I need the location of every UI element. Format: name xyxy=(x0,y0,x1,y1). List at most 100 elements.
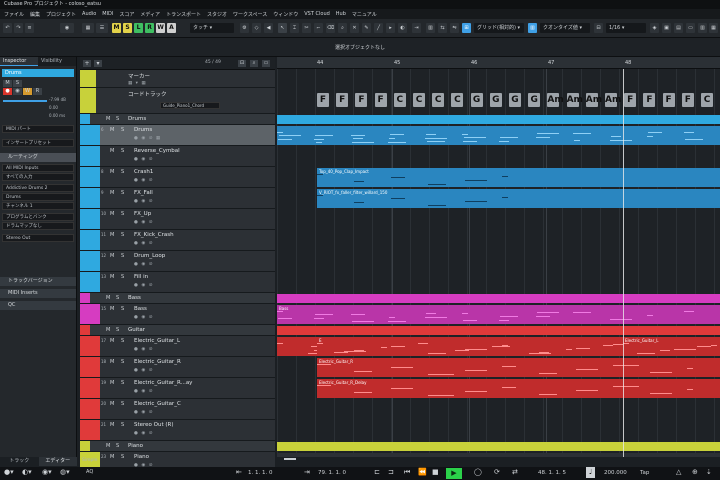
tap-tempo-button[interactable]: Tap xyxy=(640,469,649,478)
go-left-locator-icon[interactable]: ⇤ xyxy=(236,467,242,478)
track-mute-button[interactable]: M xyxy=(110,454,114,460)
track-mute-button[interactable]: M xyxy=(110,306,114,312)
midi-input-select[interactable]: All MIDI Inputs xyxy=(2,164,74,172)
go-right-locator-icon[interactable]: ⇥ xyxy=(304,467,310,478)
track-mute-button[interactable]: M xyxy=(110,127,114,133)
sync-icon[interactable]: ⊕ xyxy=(692,467,698,478)
record-button-icon[interactable]: ◯ xyxy=(474,467,482,478)
program-select[interactable]: プログラムとバンク xyxy=(2,213,74,221)
tab-inspector[interactable]: Inspector xyxy=(0,57,38,66)
event-part[interactable]: Electric_Guitar_R xyxy=(317,358,720,377)
track-controls[interactable]: ● ◉ ⊘ xyxy=(134,157,153,162)
track-controls[interactable]: ● ◉ ⊘ xyxy=(134,283,153,288)
inspector-track-name[interactable]: Drums xyxy=(2,69,74,77)
event-part[interactable] xyxy=(277,337,317,356)
automation-mode-select[interactable]: タッチ ▾ xyxy=(190,23,234,33)
track-mute-button[interactable]: M xyxy=(110,190,114,196)
chord-event[interactable]: G xyxy=(489,93,502,107)
track-mute-button[interactable]: M xyxy=(110,422,114,428)
track-mute-button[interactable]: M xyxy=(106,443,110,449)
track-controls[interactable]: ● ◉ ⊘ xyxy=(134,347,153,352)
punch-out-icon[interactable]: ⊐ xyxy=(388,467,394,478)
split-tool-icon[interactable]: ✂ xyxy=(302,23,311,33)
event-part[interactable] xyxy=(277,126,720,145)
chord-event[interactable]: C xyxy=(432,93,445,107)
menu-item-5[interactable]: スコア xyxy=(119,11,134,18)
track-row[interactable]: 11 M S FX_Kick_Crash ● ◉ ⊘ xyxy=(80,230,275,251)
event-part[interactable]: V_RIOT_fx_faller_filter_willard_150 xyxy=(317,189,720,208)
more-icon[interactable]: ⇣ xyxy=(706,467,712,478)
track-mute-button[interactable]: M xyxy=(106,295,110,301)
track-row[interactable]: 18 M S Electric_Guitar_R ● ◉ ⊘ xyxy=(80,357,275,378)
track-controls[interactable]: ● ◉ ⊘ xyxy=(134,410,153,415)
mode-button-r[interactable]: R xyxy=(145,23,154,33)
chord-event[interactable]: F xyxy=(643,93,656,107)
collapse-icon[interactable]: ▾ xyxy=(94,60,102,67)
event-part[interactable]: Top_40_Pop_Clap_Impact xyxy=(317,168,720,187)
menu-item-11[interactable]: VST Cloud xyxy=(304,11,330,17)
record-mode-icon[interactable]: ●▾ xyxy=(4,467,14,478)
settings-icon[interactable]: ⚙ xyxy=(240,23,249,33)
chord-event[interactable]: C xyxy=(413,93,425,107)
record-icon[interactable]: ☰ xyxy=(96,23,108,33)
track-solo-button[interactable]: S xyxy=(121,232,124,238)
chord-event[interactable]: C xyxy=(451,93,464,107)
mode-button-a[interactable]: A xyxy=(167,23,176,33)
quantize-value-select[interactable]: 1/16 ▾ xyxy=(606,23,646,33)
folder-track[interactable]: M S Piano xyxy=(80,441,275,452)
line-tool-icon[interactable]: ╱ xyxy=(374,23,383,33)
track-solo-button[interactable]: S xyxy=(121,422,124,428)
chord-event[interactable]: C xyxy=(701,93,713,107)
chord-event[interactable]: C xyxy=(393,93,406,107)
mode-button-w[interactable]: W xyxy=(156,23,165,33)
track-controls[interactable]: ● ◉ ⊘ xyxy=(134,199,153,204)
menu-item-0[interactable]: ファイル xyxy=(4,11,24,18)
track-controls[interactable]: ● ◉ ⊘ xyxy=(134,241,153,246)
cycle-icon[interactable]: ⟳ xyxy=(494,467,500,478)
tempo-track-icon[interactable]: ♩ xyxy=(586,467,595,478)
menu-item-1[interactable]: 編集 xyxy=(30,11,40,18)
timeline-ruler[interactable]: 44 45 46 47 48 xyxy=(277,57,720,69)
track-row[interactable]: 6 M S Drums ● ◉ ⊘ ▦ xyxy=(80,125,275,146)
panel-right-icon[interactable]: ▥ xyxy=(698,23,707,33)
chord-event[interactable]: F xyxy=(317,93,329,107)
folder-track[interactable]: M S Guitar xyxy=(80,325,275,336)
event-part[interactable] xyxy=(277,453,720,457)
volume-slider[interactable] xyxy=(3,100,47,102)
menu-item-4[interactable]: MIDI xyxy=(102,11,113,17)
track-mute-button[interactable]: M xyxy=(110,359,114,365)
quantize-preset-select[interactable]: クオンタイズ値 ▾ xyxy=(540,23,590,33)
stereo-out-select[interactable]: Stereo Out xyxy=(2,234,74,242)
monitor-button[interactable]: ◉ xyxy=(13,88,22,95)
mode-button-s[interactable]: S xyxy=(123,23,132,33)
track-mute-button[interactable]: M xyxy=(110,253,114,259)
track-row[interactable]: 10 M S FX_Up ● ◉ ⊘ xyxy=(80,209,275,230)
redo-icon[interactable]: ↷ xyxy=(14,23,23,33)
track-controls[interactable]: ● ◉ ⊘ xyxy=(134,368,153,373)
zoom-tool-icon[interactable]: ⌕ xyxy=(338,23,347,33)
event-part[interactable] xyxy=(277,115,720,124)
mode-button-m[interactable]: M xyxy=(112,23,121,33)
track-solo-button[interactable]: S xyxy=(116,295,119,301)
track-solo-button[interactable]: S xyxy=(121,359,124,365)
window-layout-icon[interactable]: ▣ xyxy=(662,23,671,33)
track-solo-button[interactable]: S xyxy=(121,211,124,217)
track-mute-button[interactable]: M xyxy=(110,148,114,154)
draw-tool-icon[interactable]: ✎ xyxy=(362,23,371,33)
event-part[interactable] xyxy=(277,442,720,451)
track-solo-button[interactable]: S xyxy=(116,116,119,122)
glue-tool-icon[interactable]: ⌐ xyxy=(314,23,323,33)
write-automation-button[interactable]: W xyxy=(23,88,32,95)
track-solo-button[interactable]: S xyxy=(121,338,124,344)
track-controls[interactable]: ● ◉ ⊘ xyxy=(134,178,153,183)
project-window[interactable]: 44 45 46 47 48 F F F F C C C C G G G G Am Am Am Am F F F F C Top… xyxy=(277,57,720,457)
track-versions-section[interactable]: トラックバージョン xyxy=(0,277,76,286)
quantize-toggle-icon[interactable]: ▥ xyxy=(528,23,537,33)
folder-track[interactable]: M S Bass xyxy=(80,293,275,304)
track-controls[interactable]: ● ◉ ⊘ ▦ xyxy=(134,136,161,141)
event-part[interactable]: Electric_Guitar_L xyxy=(623,337,720,356)
project-settings-icon[interactable]: ▦ xyxy=(82,23,94,33)
snap-toggle-icon[interactable]: ⊞ xyxy=(462,23,471,33)
solo-button[interactable]: S xyxy=(13,80,22,87)
play-button[interactable]: ▶ xyxy=(446,468,462,479)
